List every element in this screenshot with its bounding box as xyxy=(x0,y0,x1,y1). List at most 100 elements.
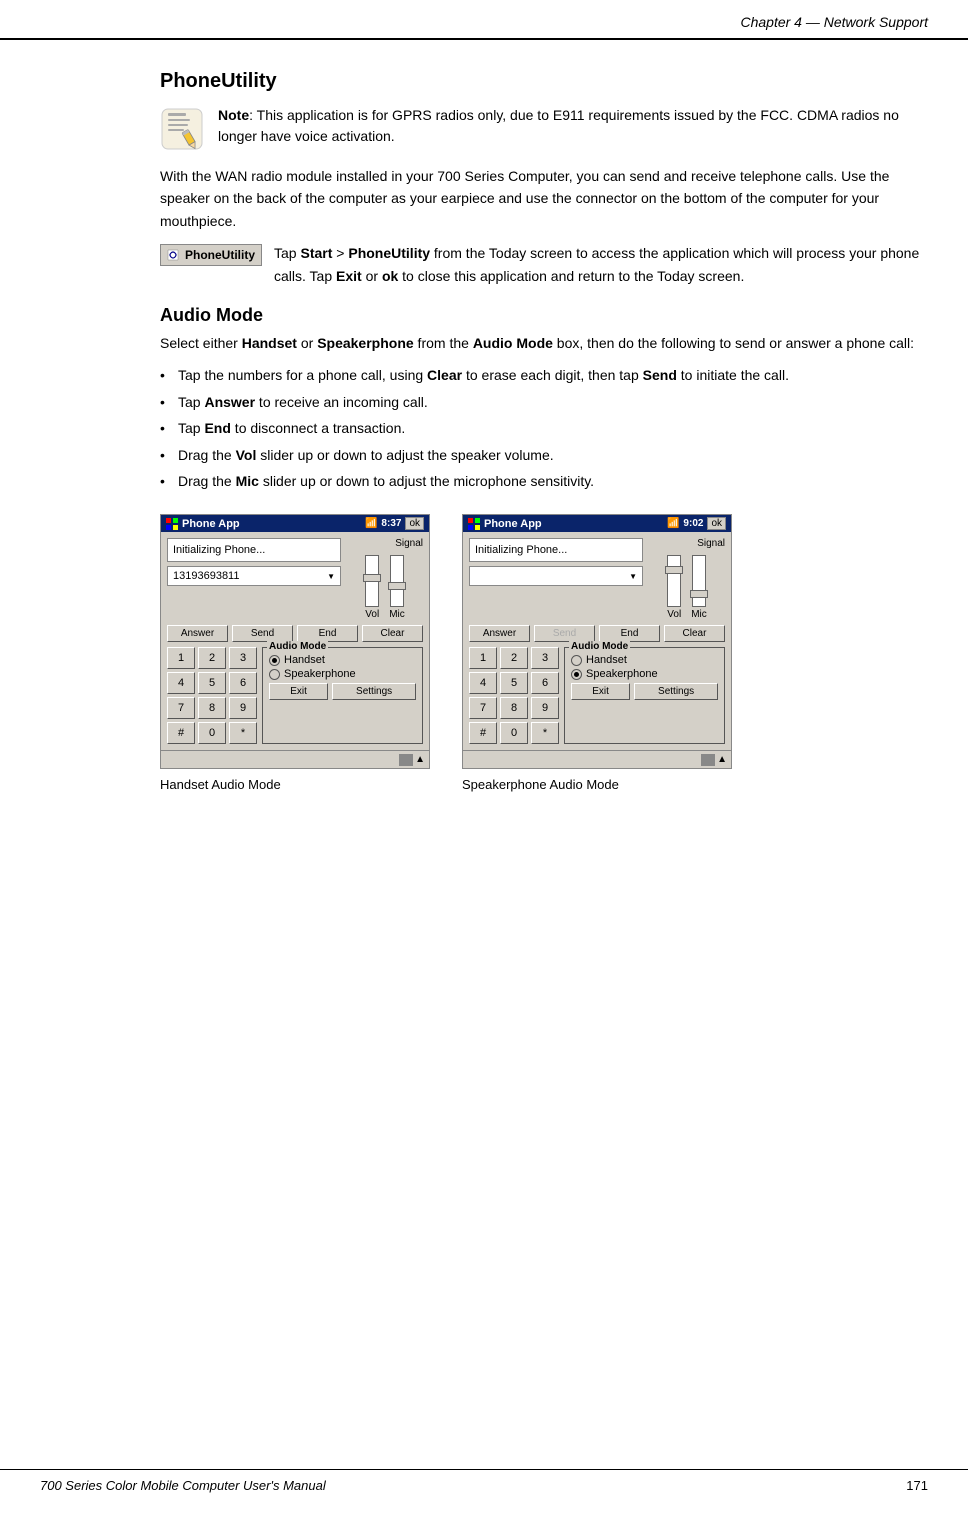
settings-btn-1[interactable]: Settings xyxy=(332,683,416,700)
num-6-2[interactable]: 6 xyxy=(531,672,559,694)
page: Chapter 4 — Network Support PhoneUtility xyxy=(0,0,968,1519)
signal-icon-1: 📶 xyxy=(365,518,377,529)
phone-window-1: Phone App 📶 8:37 ok In xyxy=(160,514,430,769)
signal-label-2: Signal xyxy=(649,538,725,549)
handset-radio-2 xyxy=(571,655,582,666)
screenshot2-container: Phone App 📶 9:02 ok In xyxy=(462,514,732,792)
screenshots-row: Phone App 📶 8:37 ok In xyxy=(160,514,928,792)
answer-btn-2[interactable]: Answer xyxy=(469,625,530,642)
taskbar-icon-2 xyxy=(701,754,715,766)
vol-track-1[interactable] xyxy=(365,555,379,607)
num-hash-2[interactable]: # xyxy=(469,722,497,744)
settings-btn-2[interactable]: Settings xyxy=(634,683,718,700)
num-hash-1[interactable]: # xyxy=(167,722,195,744)
num-2-2[interactable]: 2 xyxy=(500,647,528,669)
note-label: Note xyxy=(218,107,249,123)
bottom-btns-2: Exit Settings xyxy=(571,683,718,700)
ok-button-1[interactable]: ok xyxy=(405,517,424,530)
app-title-2: Phone App xyxy=(484,518,542,530)
pu-icon-label: PhoneUtility xyxy=(185,248,255,262)
phone-body-1: Initializing Phone... 13193693811 ▼ Sign… xyxy=(161,532,429,750)
exit-btn-1[interactable]: Exit xyxy=(269,683,328,700)
signal-label-1: Signal xyxy=(347,538,423,549)
sliders-row-1: Vol Mic xyxy=(365,555,405,620)
windows-logo-icon-1 xyxy=(166,518,178,530)
bullet-list: Tap the numbers for a phone call, using … xyxy=(160,364,928,492)
titlebar-right-1: 📶 8:37 ok xyxy=(365,517,424,530)
answer-btn-1[interactable]: Answer xyxy=(167,625,228,642)
speakerphone-option-2[interactable]: Speakerphone xyxy=(571,668,718,680)
num-3-1[interactable]: 3 xyxy=(229,647,257,669)
phone-top-row-2: Initializing Phone... ▼ Signal xyxy=(469,538,725,620)
handset-label-2: Handset xyxy=(586,654,627,666)
titlebar-2: Phone App 📶 9:02 ok xyxy=(463,515,731,532)
num-5-1[interactable]: 5 xyxy=(198,672,226,694)
num-6-1[interactable]: 6 xyxy=(229,672,257,694)
bullet-item-3: Tap End to disconnect a transaction. xyxy=(160,417,928,439)
taskbar-arrow-2: ▲ xyxy=(717,754,727,765)
clear-btn-2[interactable]: Clear xyxy=(664,625,725,642)
end-btn-2[interactable]: End xyxy=(599,625,660,642)
num-2-1[interactable]: 2 xyxy=(198,647,226,669)
clear-btn-1[interactable]: Clear xyxy=(362,625,423,642)
num-star-2[interactable]: * xyxy=(531,722,559,744)
bullet-item-1: Tap the numbers for a phone call, using … xyxy=(160,364,928,386)
taskbar-arrow-1: ▲ xyxy=(415,754,425,765)
num-9-2[interactable]: 9 xyxy=(531,697,559,719)
footer-left: 700 Series Color Mobile Computer User's … xyxy=(40,1478,326,1493)
titlebar-right-2: 📶 9:02 ok xyxy=(667,517,726,530)
num-star-1[interactable]: * xyxy=(229,722,257,744)
mic-thumb-2 xyxy=(690,590,708,598)
num-8-2[interactable]: 8 xyxy=(500,697,528,719)
time-1: 8:37 xyxy=(381,518,401,529)
num-4-2[interactable]: 4 xyxy=(469,672,497,694)
screenshot1-container: Phone App 📶 8:37 ok In xyxy=(160,514,430,792)
handset-option-2[interactable]: Handset xyxy=(571,654,718,666)
phone-dropdown-1[interactable]: 13193693811 ▼ xyxy=(167,566,341,586)
handset-radio-dot-1 xyxy=(272,658,277,663)
num-8-1[interactable]: 8 xyxy=(198,697,226,719)
phone-utility-icon-box: PhoneUtility xyxy=(160,244,262,266)
phone-left-panel-1: Initializing Phone... 13193693811 ▼ xyxy=(167,538,341,586)
num-1-1[interactable]: 1 xyxy=(167,647,195,669)
num-0-1[interactable]: 0 xyxy=(198,722,226,744)
bullet-item-4: Drag the Vol slider up or down to adjust… xyxy=(160,444,928,466)
screenshot1-caption: Handset Audio Mode xyxy=(160,777,281,792)
taskbar-2: ▲ xyxy=(463,750,731,768)
num-4-1[interactable]: 4 xyxy=(167,672,195,694)
num-7-1[interactable]: 7 xyxy=(167,697,195,719)
end-btn-1[interactable]: End xyxy=(297,625,358,642)
vol-track-2[interactable] xyxy=(667,555,681,607)
audio-mode-box-2: Audio Mode Handset Speakerphone xyxy=(564,647,725,744)
num-7-2[interactable]: 7 xyxy=(469,697,497,719)
handset-option-1[interactable]: Handset xyxy=(269,654,416,666)
bottom-btns-1: Exit Settings xyxy=(269,683,416,700)
mic-track-2[interactable] xyxy=(692,555,706,607)
num-5-2[interactable]: 5 xyxy=(500,672,528,694)
phone-utility-small-icon xyxy=(165,247,181,263)
note-body: This application is for GPRS radios only… xyxy=(218,107,899,144)
handset-radio-1 xyxy=(269,655,280,666)
phone-dropdown-2[interactable]: ▼ xyxy=(469,566,643,586)
ok-button-2[interactable]: ok xyxy=(707,517,726,530)
bullet-item-2: Tap Answer to receive an incoming call. xyxy=(160,391,928,413)
num-9-1[interactable]: 9 xyxy=(229,697,257,719)
note-icon xyxy=(160,107,204,151)
num-1-2[interactable]: 1 xyxy=(469,647,497,669)
mic-label-2: Mic xyxy=(691,609,707,620)
mic-label-1: Mic xyxy=(389,609,405,620)
vol-slider-col-1: Vol xyxy=(365,555,379,620)
send-btn-1[interactable]: Send xyxy=(232,625,293,642)
vol-thumb-2 xyxy=(665,566,683,574)
speakerphone-label-2: Speakerphone xyxy=(586,668,658,680)
audio-mode-title-2: Audio Mode xyxy=(569,641,630,652)
exit-btn-2[interactable]: Exit xyxy=(571,683,630,700)
send-btn-2[interactable]: Send xyxy=(534,625,595,642)
speakerphone-option-1[interactable]: Speakerphone xyxy=(269,668,416,680)
bottom-section-1: 1 2 3 4 5 6 7 8 9 # 0 * xyxy=(167,647,423,744)
init-text-1: Initializing Phone... xyxy=(167,538,341,562)
mic-track-1[interactable] xyxy=(390,555,404,607)
windows-logo-icon-2 xyxy=(468,518,480,530)
num-3-2[interactable]: 3 xyxy=(531,647,559,669)
num-0-2[interactable]: 0 xyxy=(500,722,528,744)
